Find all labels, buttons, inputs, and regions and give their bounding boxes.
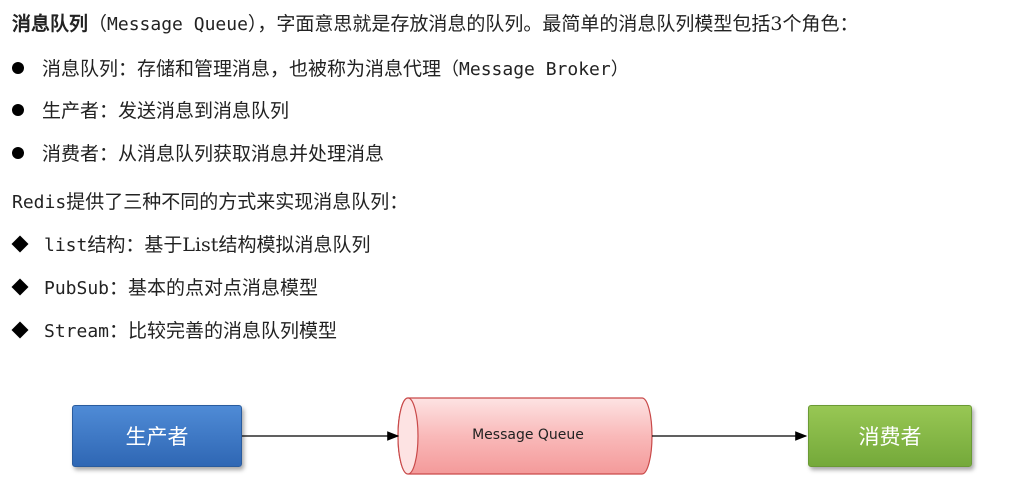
consumer-box: 消费者: [808, 405, 972, 467]
bullet-dot-icon: [12, 147, 24, 159]
intro-paren-open: （: [88, 13, 108, 35]
producer-label: 生产者: [125, 425, 189, 449]
queue-box: Message Queue: [400, 395, 656, 475]
method-desc: 结构：基于List结构模拟消息队列: [87, 234, 371, 256]
bullet-dot-icon: [12, 62, 24, 74]
method-name: Stream: [44, 321, 110, 342]
queue-label: Message Queue: [472, 427, 584, 443]
intro-rest: ），字面意思就是存放消息的队列。最简单的消息队列模型包括3个角色：: [247, 13, 859, 35]
redis-text: 提供了三种不同的方式来实现消息队列：: [66, 191, 409, 213]
method-name: list: [44, 235, 88, 256]
method-item-list: list结构：基于List结构模拟消息队列: [11, 233, 371, 258]
role-paren: （Message Broker）: [441, 59, 629, 80]
bullet-diamond-icon: [11, 235, 29, 253]
bullet-diamond-icon: [11, 321, 29, 339]
intro-paragraph: 消息队列（Message Queue），字面意思就是存放消息的队列。最简单的消息…: [12, 12, 859, 37]
mq-diagram: 生产者 Message Queue 消费者: [0, 395, 1009, 475]
consumer-label: 消费者: [858, 425, 922, 449]
intro-term: 消息队列: [12, 13, 89, 35]
method-desc: ：比较完善的消息队列模型: [109, 320, 338, 342]
role-label: 消费者：从消息队列获取消息并处理消息: [42, 143, 385, 165]
method-name: PubSub: [44, 278, 110, 299]
method-desc: ：基本的点对点消息模型: [109, 277, 319, 299]
method-item-stream: Stream：比较完善的消息队列模型: [11, 319, 338, 344]
method-item-pubsub: PubSub：基本的点对点消息模型: [11, 276, 319, 301]
redis-prefix: Redis: [12, 192, 67, 213]
producer-box: 生产者: [72, 405, 242, 467]
bullet-dot-icon: [12, 104, 24, 116]
role-label: 消息队列：存储和管理消息，也被称为消息代理: [42, 58, 442, 80]
role-label: 生产者：发送消息到消息队列: [42, 100, 290, 122]
role-item-producer: 生产者：发送消息到消息队列: [12, 99, 289, 123]
redis-intro: Redis提供了三种不同的方式来实现消息队列：: [12, 190, 408, 215]
role-item-consumer: 消费者：从消息队列获取消息并处理消息: [12, 142, 384, 166]
bullet-diamond-icon: [11, 278, 29, 296]
role-item-queue: 消息队列：存储和管理消息，也被称为消息代理（Message Broker）: [12, 57, 629, 82]
intro-term-en: Message Queue: [107, 14, 248, 35]
